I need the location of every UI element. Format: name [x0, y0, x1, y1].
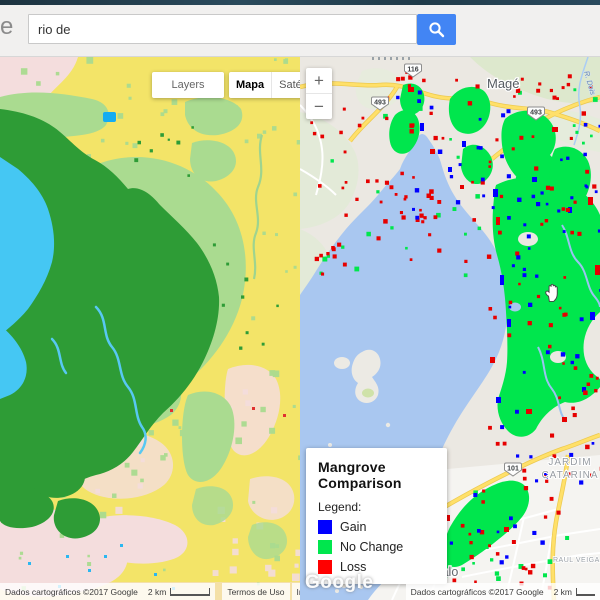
copyright-text: Dados cartográficos ©2017 Google 2 km — [406, 583, 600, 600]
label-jardim-line1: JARDIM — [548, 457, 591, 468]
maptype-satellite-button[interactable]: Satélite — [272, 72, 300, 98]
road-shield-116: 116 — [403, 63, 423, 78]
road-shield-493a: 493 — [370, 96, 390, 111]
maptype-map-label: Mapa — [236, 79, 264, 91]
layers-button-label: Layers — [171, 79, 204, 91]
zoom-control: + − — [306, 68, 332, 119]
label-jardim-line2: CATARINA — [541, 470, 598, 481]
google-logo: Google — [305, 572, 373, 594]
legend-item-no-change: No Change — [318, 540, 437, 554]
legend-title: Mangrove Comparison — [318, 459, 437, 491]
no-change-swatch — [318, 540, 332, 554]
report-error-link[interactable]: Informar erro no mapa — [292, 583, 301, 600]
scale-label: 2 km — [554, 587, 572, 597]
scale-bar — [170, 588, 210, 596]
legend-item-gain: Gain — [318, 520, 437, 534]
map-compare-container: Layers Mapa Satélite Dados cartográficos… — [0, 57, 600, 600]
svg-text:116: 116 — [407, 67, 418, 74]
maptype-control: Mapa Satélite — [229, 72, 300, 98]
copyright-text: Dados cartográficos ©2017 Google 2 km — [0, 583, 215, 600]
left-map-attribution: Dados cartográficos ©2017 Google 2 km Te… — [0, 583, 300, 600]
maptype-satellite-label: Satélite — [279, 79, 300, 91]
legend-subtitle: Legend: — [318, 500, 437, 514]
logo-text-fragment: e — [0, 13, 13, 41]
search-icon — [428, 21, 445, 38]
scale-bar — [576, 588, 595, 596]
road-shield-493b: 493 — [526, 106, 546, 121]
svg-text:493: 493 — [530, 110, 542, 117]
svg-text:101: 101 — [507, 466, 519, 473]
road-shield-101: 101 — [503, 462, 523, 477]
left-map-canvas[interactable]: Layers Mapa Satélite Dados cartográficos… — [0, 57, 300, 600]
layers-button[interactable]: Layers — [152, 72, 224, 98]
search-header: e — [0, 5, 600, 57]
gain-swatch — [318, 520, 332, 534]
zoom-out-button[interactable]: − — [306, 94, 332, 119]
svg-text:493: 493 — [374, 100, 386, 107]
right-map-canvas[interactable]: Magé R. Dois JARDIM CATARINA RAUL VEIGA … — [300, 57, 600, 600]
label-mage: Magé — [487, 76, 520, 91]
left-map-art — [0, 57, 300, 600]
zoom-in-button[interactable]: + — [306, 68, 332, 94]
terms-link[interactable]: Termos de Uso — [222, 583, 289, 600]
right-map-attribution: Dados cartográficos ©2017 Google 2 km — [406, 583, 600, 600]
scale-label: 2 km — [148, 587, 166, 597]
label-raul-veiga: RAUL VEIGA — [553, 557, 600, 564]
maptype-map-button[interactable]: Mapa — [229, 72, 272, 98]
search-input[interactable] — [28, 14, 417, 44]
search-button[interactable] — [417, 14, 456, 45]
legend-panel: Mangrove Comparison Legend: Gain No Chan… — [306, 448, 447, 584]
